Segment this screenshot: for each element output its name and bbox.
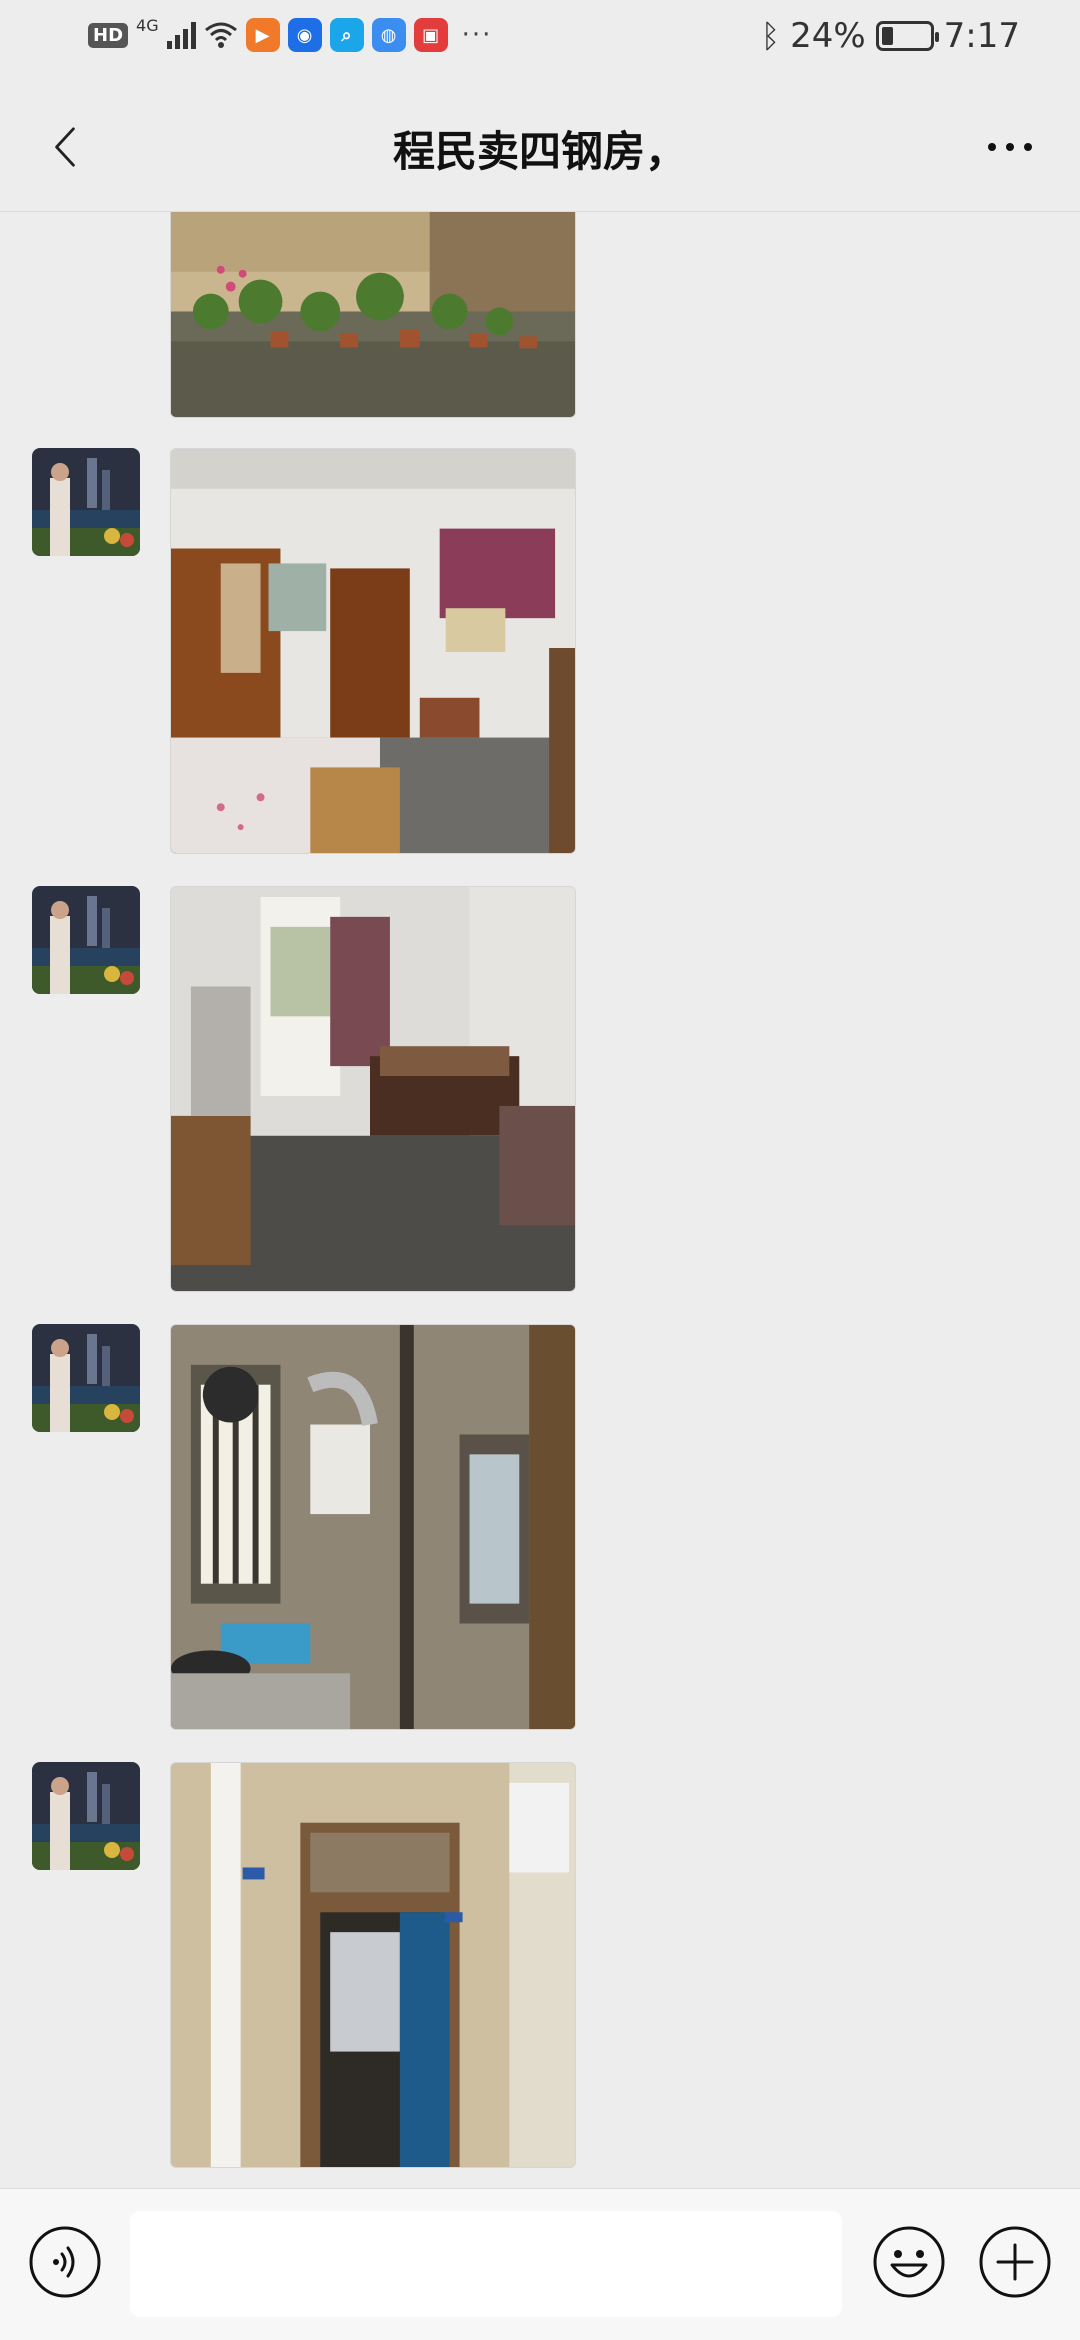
emoji-button[interactable] — [872, 2225, 946, 2299]
status-right: ᛒ 24% 7:17 — [761, 16, 1020, 56]
message-item — [0, 1762, 1080, 2168]
hd-badge: HD — [88, 22, 129, 48]
plus-icon — [979, 2226, 1051, 2298]
message-list[interactable] — [0, 212, 1080, 2188]
book-app-icon: ▣ — [413, 18, 448, 52]
more-options-button[interactable] — [970, 112, 1050, 182]
avatar[interactable] — [32, 1762, 140, 1870]
play-app-icon: ▶ — [245, 18, 280, 52]
chat-header: 程民卖四钢房， — [0, 82, 1080, 212]
bulb-app-icon: ◉ — [287, 18, 322, 52]
message-image[interactable] — [170, 1324, 576, 1730]
message-image[interactable] — [170, 448, 576, 854]
message-item — [0, 212, 1080, 418]
emoji-icon — [873, 2226, 945, 2298]
message-item — [0, 1324, 1080, 1730]
search-app-icon: ⌕ — [329, 18, 364, 52]
message-input[interactable] — [130, 2211, 842, 2317]
signal-icon — [166, 21, 196, 49]
clock: 7:17 — [943, 16, 1020, 56]
wifi-icon — [204, 20, 238, 50]
browser-app-icon: ◍ — [371, 18, 406, 52]
network-type-label: 4G — [136, 15, 159, 35]
message-input-bar — [0, 2188, 1080, 2340]
message-image[interactable] — [170, 1762, 576, 2168]
voice-icon — [29, 2226, 101, 2298]
avatar[interactable] — [32, 886, 140, 994]
message-item — [0, 448, 1080, 854]
avatar[interactable] — [32, 1324, 140, 1432]
chat-title: 程民卖四钢房， — [392, 127, 687, 176]
status-bar: HD 4G ▶ ◉ ⌕ ◍ ▣ ··· ᛒ 24% 7:17 — [0, 0, 1080, 82]
message-item — [0, 886, 1080, 1292]
more-dots-icon — [988, 143, 996, 151]
status-left: HD 4G ▶ ◉ ⌕ ◍ ▣ ··· — [88, 15, 493, 52]
battery-percent: 24% — [790, 16, 866, 56]
message-image[interactable] — [170, 886, 576, 1292]
voice-button[interactable] — [28, 2225, 102, 2299]
bluetooth-icon: ᛒ — [760, 17, 781, 55]
more-actions-button[interactable] — [978, 2225, 1052, 2299]
message-image[interactable] — [170, 212, 576, 418]
avatar[interactable] — [32, 448, 140, 556]
battery-icon — [875, 21, 939, 51]
notification-overflow-icon: ··· — [461, 20, 493, 50]
